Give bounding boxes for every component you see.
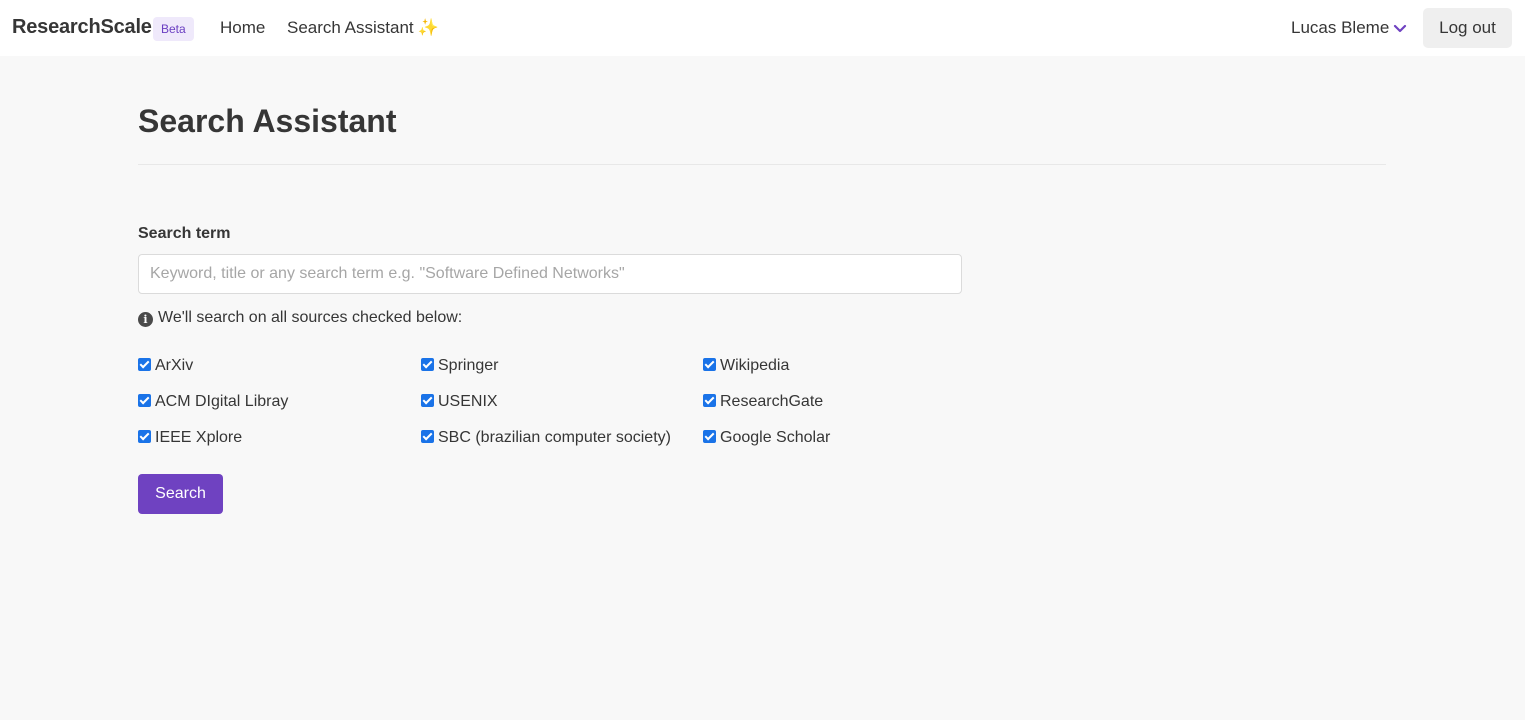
nav-link-search-assistant[interactable]: Search Assistant ✨ xyxy=(287,18,439,38)
source-checkbox-researchgate[interactable]: ResearchGate xyxy=(703,393,823,411)
search-button[interactable]: Search xyxy=(138,474,223,514)
source-label: ACM DIgital Libray xyxy=(155,393,289,410)
user-menu[interactable]: Lucas Bleme xyxy=(1291,18,1389,38)
source-checkbox-google-scholar[interactable]: Google Scholar xyxy=(703,429,830,447)
source-checkbox-acm[interactable]: ACM DIgital Libray xyxy=(138,393,288,411)
source-label: IEEE Xplore xyxy=(155,429,243,446)
source-checkbox-arxiv[interactable]: ArXiv xyxy=(138,357,193,375)
source-label: SBC (brazilian computer society) xyxy=(438,429,671,446)
checkbox-checked-icon[interactable] xyxy=(138,358,151,371)
beta-badge: Beta xyxy=(153,17,194,41)
source-checkbox-wikipedia[interactable]: Wikipedia xyxy=(703,357,789,375)
checkbox-checked-icon[interactable] xyxy=(138,430,151,443)
chevron-down-icon[interactable] xyxy=(1393,22,1407,36)
checkbox-checked-icon[interactable] xyxy=(421,358,434,371)
checkbox-checked-icon[interactable] xyxy=(703,358,716,371)
checkbox-checked-icon[interactable] xyxy=(421,394,434,407)
source-label: Google Scholar xyxy=(720,429,831,446)
checkbox-checked-icon[interactable] xyxy=(421,430,434,443)
source-label: USENIX xyxy=(438,393,498,410)
title-divider xyxy=(138,164,1386,165)
source-checkbox-sbc[interactable]: SBC (brazilian computer society) xyxy=(421,429,671,447)
source-label: Springer xyxy=(438,357,499,374)
sources-info-text: We'll search on all sources checked belo… xyxy=(158,309,463,326)
nav-link-search-assistant-label: Search Assistant xyxy=(287,18,414,37)
source-label: Wikipedia xyxy=(720,357,790,374)
brand-logo[interactable]: ResearchScale xyxy=(12,16,152,39)
source-checkbox-usenix[interactable]: USENIX xyxy=(421,393,498,411)
checkbox-checked-icon[interactable] xyxy=(703,394,716,407)
source-label: ArXiv xyxy=(155,357,194,374)
search-input[interactable] xyxy=(138,254,962,294)
checkbox-checked-icon[interactable] xyxy=(138,394,151,407)
search-term-label: Search term xyxy=(138,225,231,242)
sparkles-icon: ✨ xyxy=(417,18,439,37)
source-checkbox-ieee[interactable]: IEEE Xplore xyxy=(138,429,242,447)
logout-button[interactable]: Log out xyxy=(1423,8,1512,48)
top-navbar: ResearchScale Beta Home Search Assistant… xyxy=(0,0,1525,56)
sources-info: i We'll search on all sources checked bel… xyxy=(138,309,462,327)
nav-link-home[interactable]: Home xyxy=(220,18,265,38)
checkbox-checked-icon[interactable] xyxy=(703,430,716,443)
source-label: ResearchGate xyxy=(720,393,824,410)
page-title: Search Assistant xyxy=(138,103,397,139)
source-checkbox-springer[interactable]: Springer xyxy=(421,357,498,375)
info-icon: i xyxy=(138,312,153,327)
